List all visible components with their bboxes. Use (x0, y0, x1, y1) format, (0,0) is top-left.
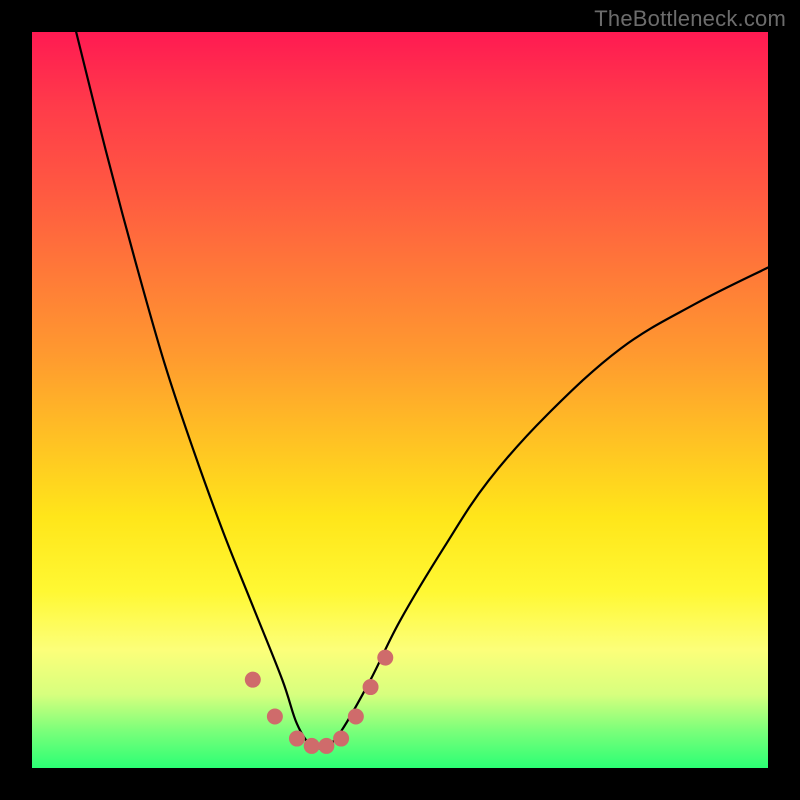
highlight-dot (245, 672, 261, 688)
plot-area (32, 32, 768, 768)
highlight-dot (318, 738, 334, 754)
highlight-dot (377, 650, 393, 666)
chart-frame: TheBottleneck.com (0, 0, 800, 800)
highlight-dot (304, 738, 320, 754)
marker-layer (32, 32, 768, 768)
highlight-dot (363, 679, 379, 695)
highlight-dot (348, 708, 364, 724)
highlight-dot (333, 731, 349, 747)
highlight-dots (245, 650, 393, 754)
attribution-label: TheBottleneck.com (594, 6, 786, 32)
highlight-dot (267, 708, 283, 724)
highlight-dot (289, 731, 305, 747)
